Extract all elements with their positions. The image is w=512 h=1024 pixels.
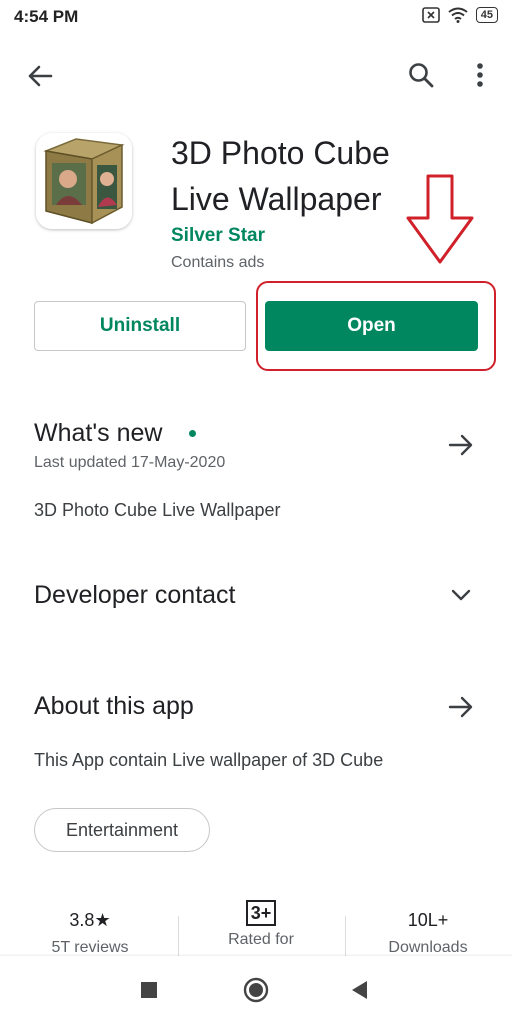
no-sim-icon (421, 7, 440, 23)
arrow-forward-icon[interactable] (448, 695, 474, 719)
open-button[interactable]: Open (265, 301, 478, 351)
battery-indicator: 45 (475, 7, 498, 23)
whats-new-title: What's new (34, 419, 163, 447)
about-body: This App contain Live wallpaper of 3D Cu… (34, 750, 384, 770)
wifi-icon (448, 7, 468, 23)
developer-contact-title: Developer contact (34, 581, 236, 609)
downloads-stat[interactable]: 10L+ Downloads (368, 910, 488, 957)
system-navigation-bar (0, 956, 512, 1024)
app-icon (36, 133, 132, 229)
more-options-button[interactable] (466, 56, 494, 94)
status-time: 4:54 PM (14, 7, 79, 26)
age-rating-badge: 3+ (245, 900, 277, 926)
rating-stat[interactable]: 3.8★ 5T reviews (30, 910, 150, 957)
more-vert-icon (477, 63, 483, 87)
age-rating-stat[interactable]: 3+ Rated for (200, 900, 322, 949)
star-icon: ★ (94, 910, 111, 930)
uninstall-button[interactable]: Uninstall (34, 301, 246, 351)
recent-apps-icon[interactable] (141, 982, 157, 998)
last-updated-text: Last updated 17-May-2020 (34, 454, 226, 471)
app-title: 3D Photo Cube Live Wallpaper (171, 135, 390, 217)
downloads-value: 10L+ (407, 910, 449, 930)
new-indicator-dot (189, 430, 196, 437)
home-icon[interactable] (242, 976, 270, 1004)
photo-cube-icon (36, 133, 132, 229)
developer-link[interactable]: Silver Star (171, 225, 265, 247)
category-chip[interactable]: Entertainment (34, 808, 210, 852)
nav-back-icon[interactable] (350, 980, 368, 1000)
reviews-count: 5T reviews (51, 939, 129, 956)
whats-new-body: 3D Photo Cube Live Wallpaper (34, 500, 281, 520)
downloads-label: Downloads (388, 939, 468, 956)
status-icons: 45 (421, 7, 498, 23)
back-button[interactable] (22, 58, 58, 94)
arrow-forward-icon[interactable] (448, 433, 474, 457)
arrow-back-icon (28, 65, 53, 87)
search-icon (409, 63, 434, 88)
annotation-arrow-icon (406, 174, 474, 264)
rating-value: 3.8 (69, 910, 95, 930)
search-button[interactable] (402, 56, 440, 94)
chevron-down-icon[interactable] (450, 588, 472, 602)
age-rating-label: Rated for (228, 931, 294, 948)
about-title: About this app (34, 692, 194, 720)
ads-notice: Contains ads (171, 254, 265, 271)
